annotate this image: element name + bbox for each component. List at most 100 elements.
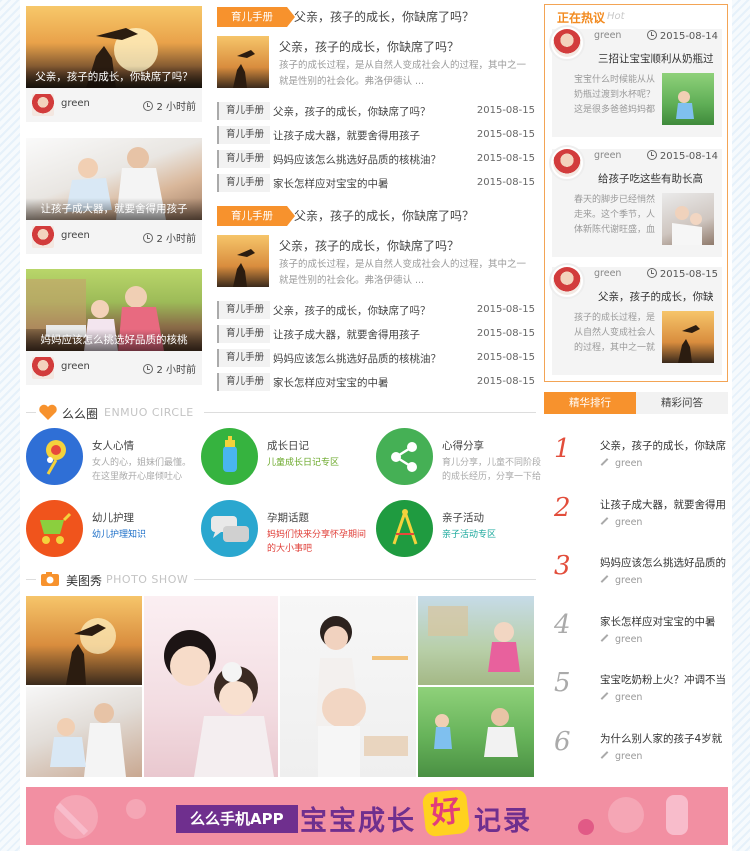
article-title[interactable]: 父亲，孩子的成长，你缺席了吗？ [273,303,431,318]
ranking-item[interactable]: 1 父亲，孩子的成长，你缺席 green [544,428,728,486]
photo-card-caption[interactable]: 妈妈应该怎么挑选好品质的核桃 [26,329,202,351]
photo-card-image[interactable]: 父亲，孩子的成长，你缺席了吗？ [26,6,202,88]
article-title[interactable]: 家长怎样应对宝宝的中暑 [273,375,389,390]
article-row[interactable]: 育儿手册 妈妈应该怎么挑选好品质的核桃油？ 2015-08-15 [217,147,535,171]
rank-title[interactable]: 妈妈应该怎么挑选好品质的 [600,555,728,570]
article-category[interactable]: 育儿手册 [217,325,271,343]
baby-bottle-icon[interactable] [201,428,258,485]
section-tag[interactable]: 育儿手册 [217,7,295,27]
article-category[interactable]: 育儿手册 [217,126,271,144]
article-row[interactable]: 育儿手册 家长怎样应对宝宝的中暑 2015-08-15 [217,370,535,394]
rank-title[interactable]: 父亲，孩子的成长，你缺席 [600,438,728,453]
rank-title[interactable]: 家长怎样应对宝宝的中暑 [600,614,728,629]
author-name[interactable]: green [61,98,90,109]
gallery-photo[interactable] [144,596,278,777]
hot-item[interactable]: green 2015-08-14 三招让宝宝顺利从奶瓶过 宝宝什么时候能从从奶瓶… [549,25,722,137]
article-category[interactable]: 育儿手册 [217,301,271,319]
article-row[interactable]: 育儿手册 父亲，孩子的成长，你缺席了吗？ 2015-08-15 [217,99,535,123]
photo-card-image[interactable]: 让孩子成大器，就要舍得用孩子 [26,138,202,220]
avatar[interactable] [549,263,585,299]
circle-item-pregnancy[interactable]: 孕期话题 妈妈们快来分享怀孕期间的大小事吧 [201,500,375,560]
hot-item-image[interactable] [662,73,714,125]
article-category[interactable]: 育儿手册 [217,102,271,120]
photo-card[interactable]: 让孩子成大器，就要舍得用孩子 green 2 小时前 [26,138,202,254]
article-title[interactable]: 让孩子成大器，就要舍得用孩子 [273,128,420,143]
photo-card-caption[interactable]: 让孩子成大器，就要舍得用孩子 [26,198,202,220]
article-row[interactable]: 育儿手册 让孩子成大器，就要舍得用孩子 2015-08-15 [217,123,535,147]
article-category[interactable]: 育儿手册 [217,349,271,367]
article-title[interactable]: 妈妈应该怎么挑选好品质的核桃油？ [273,152,441,167]
hot-item[interactable]: green 2015-08-15 父亲，孩子的成长，你缺 孩子的成长过程，是从自… [549,263,722,375]
circle-item-name[interactable]: 幼儿护理 [92,510,134,525]
section-headline[interactable]: 父亲，孩子的成长，你缺席了吗？ [294,8,474,25]
featured-article[interactable]: 父亲，孩子的成长，你缺席了吗？ 孩子的成长过程，是从自然人变成社会人的过程，其中… [217,36,535,94]
article-row[interactable]: 育儿手册 父亲，孩子的成长，你缺席了吗？ 2015-08-15 [217,298,535,322]
rank-title[interactable]: 为什么别人家的孩子4岁就 [600,731,728,746]
section-tag[interactable]: 育儿手册 [217,206,295,226]
ranking-item[interactable]: 4 家长怎样应对宝宝的中暑 green [544,604,728,662]
article-title[interactable]: 妈妈应该怎么挑选好品质的核桃油？ [273,351,441,366]
circle-item-diary[interactable]: 成长日记 儿童成长日记专区 [201,428,375,488]
photo-card[interactable]: 妈妈应该怎么挑选好品质的核桃 green 2 小时前 [26,269,202,385]
gallery-photo[interactable] [418,687,534,777]
gallery-photo[interactable] [26,596,142,685]
hot-item-image[interactable] [662,193,714,245]
author-name[interactable]: green [594,30,621,41]
featured-article[interactable]: 父亲，孩子的成长，你缺席了吗？ 孩子的成长过程，是从自然人变成社会人的过程，其中… [217,235,535,293]
avatar[interactable] [32,357,54,379]
circle-item-share[interactable]: 心得分享 育儿分享，儿童不同阶段的成长经历，分享一下给 [376,428,550,488]
photo-card-image[interactable]: 妈妈应该怎么挑选好品质的核桃 [26,269,202,351]
lollipop-icon[interactable] [26,428,83,485]
article-title[interactable]: 让孩子成大器，就要舍得用孩子 [273,327,420,342]
circle-item-name[interactable]: 女人心情 [92,438,134,453]
featured-thumbnail[interactable] [217,36,269,88]
author-name[interactable]: green [61,361,90,372]
article-title[interactable]: 家长怎样应对宝宝的中暑 [273,176,389,191]
compass-icon[interactable] [376,500,433,557]
avatar[interactable] [32,226,54,248]
hot-item-title[interactable]: 三招让宝宝顺利从奶瓶过 [598,51,720,66]
rank-author[interactable]: green [600,575,642,586]
rank-title[interactable]: 宝宝吃奶粉上火？冲调不当 [600,672,728,687]
rank-title[interactable]: 让孩子成大器，就要舍得用 [600,497,728,512]
hot-item[interactable]: green 2015-08-14 给孩子吃这些有助长高 春天的脚步已经悄然走来。… [549,145,722,257]
avatar[interactable] [32,94,54,116]
avatar[interactable] [549,25,585,61]
circle-item-name[interactable]: 亲子活动 [442,510,484,525]
photo-card[interactable]: 父亲，孩子的成长，你缺席了吗？ green 2 小时前 [26,6,202,122]
share-icon[interactable] [376,428,433,485]
circle-item-name[interactable]: 孕期话题 [267,510,309,525]
rank-author[interactable]: green [600,751,642,762]
article-row[interactable]: 育儿手册 妈妈应该怎么挑选好品质的核桃油？ 2015-08-15 [217,346,535,370]
circle-item-name[interactable]: 心得分享 [442,438,484,453]
rank-author[interactable]: green [600,634,642,645]
article-row[interactable]: 育儿手册 家长怎样应对宝宝的中暑 2015-08-15 [217,171,535,195]
article-title[interactable]: 父亲，孩子的成长，你缺席了吗？ [273,104,431,119]
article-row[interactable]: 育儿手册 让孩子成大器，就要舍得用孩子 2015-08-15 [217,322,535,346]
ranking-item[interactable]: 2 让孩子成大器，就要舍得用 green [544,487,728,545]
ranking-item[interactable]: 5 宝宝吃奶粉上火？冲调不当 green [544,662,728,720]
ranking-item[interactable]: 6 为什么别人家的孩子4岁就 green [544,721,728,779]
hot-item-image[interactable] [662,311,714,363]
photo-card-caption[interactable]: 父亲，孩子的成长，你缺席了吗？ [26,66,202,88]
avatar[interactable] [549,145,585,181]
circle-item-care[interactable]: 幼儿护理 幼儿护理知识 [26,500,200,560]
featured-title[interactable]: 父亲，孩子的成长，你缺席了吗？ [279,237,459,254]
featured-thumbnail[interactable] [217,235,269,287]
circle-item-mood[interactable]: 女人心情 女人的心，姐妹们最懂。在这里敞开心扉倾吐心 [26,428,200,488]
circle-item-activity[interactable]: 亲子活动 亲子活动专区 [376,500,550,560]
section-headline[interactable]: 父亲，孩子的成长，你缺席了吗？ [294,207,474,224]
author-name[interactable]: green [61,230,90,241]
chat-icon[interactable] [201,500,258,557]
article-category[interactable]: 育儿手册 [217,373,271,391]
rank-author[interactable]: green [600,458,642,469]
author-name[interactable]: green [594,150,621,161]
gallery-photo[interactable] [26,687,142,777]
hot-item-title[interactable]: 父亲，孩子的成长，你缺 [598,289,720,304]
banner-app-label[interactable]: 么么手机APP [176,805,298,833]
tab-qa[interactable]: 精彩问答 [636,392,728,414]
gallery-photo[interactable] [280,596,416,777]
rank-author[interactable]: green [600,692,642,703]
article-category[interactable]: 育儿手册 [217,150,271,168]
tab-featured[interactable]: 精华排行 [544,392,636,414]
